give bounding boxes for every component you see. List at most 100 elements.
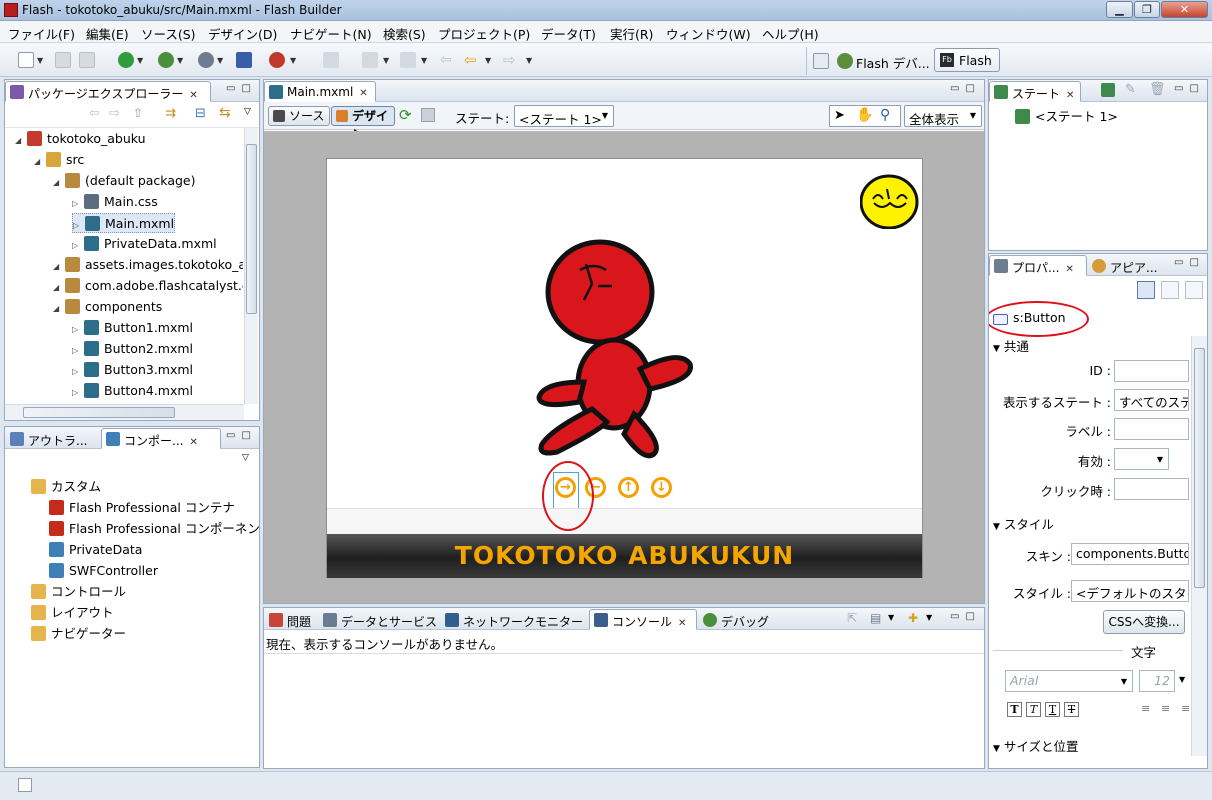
menu-design[interactable]: デザイン(D) xyxy=(208,24,277,43)
bold-icon[interactable]: T xyxy=(1007,702,1022,717)
show-surrounding-icon[interactable] xyxy=(421,108,435,122)
tree-item[interactable]: Flash Professional コンテナ xyxy=(49,498,235,518)
flash-perspective-tab[interactable]: Fb Flash xyxy=(934,48,1000,72)
display-console-icon[interactable]: ▤ xyxy=(870,611,881,625)
id-field[interactable] xyxy=(1114,360,1189,382)
expanded-arrow-icon[interactable]: ◢ xyxy=(15,131,27,151)
chevron-down-icon[interactable]: ▼ xyxy=(926,613,932,622)
expanded-arrow-icon[interactable]: ◢ xyxy=(53,278,65,298)
tree-item[interactable]: ▷ Button4.mxml xyxy=(72,381,193,401)
collapse-all-icon[interactable]: ⇉ xyxy=(165,106,176,121)
pin-console-icon[interactable]: ⇱ xyxy=(847,611,857,625)
align-left-icon[interactable]: ≡ xyxy=(1141,702,1150,715)
section-style[interactable]: ▼ スタイル xyxy=(993,514,1054,533)
back-icon[interactable]: ⇦ xyxy=(464,51,477,69)
zoom-select[interactable]: 全体表示 ▼ xyxy=(904,105,982,127)
minimize-button[interactable]: ▁ xyxy=(1106,1,1133,18)
state-item[interactable]: <ステート 1> xyxy=(1015,106,1118,125)
label-field[interactable] xyxy=(1114,418,1189,440)
view-menu-icon[interactable]: ▽ xyxy=(244,107,251,117)
expanded-arrow-icon[interactable]: ◢ xyxy=(53,299,65,319)
tab-components[interactable]: コンポー... ✕ xyxy=(101,428,221,449)
forward-icon[interactable]: ⇨ xyxy=(503,51,516,69)
close-icon[interactable]: ✕ xyxy=(1066,90,1074,101)
source-mode-button[interactable]: ソース xyxy=(268,106,330,126)
tree-item[interactable]: ◢ tokotoko_abuku xyxy=(15,129,146,149)
close-icon[interactable]: ✕ xyxy=(189,90,197,101)
open-console-icon[interactable]: ✚ xyxy=(908,611,918,625)
collapsed-arrow-icon[interactable]: ▷ xyxy=(72,320,84,340)
minimize-maximize-icon[interactable]: ▭□ xyxy=(226,83,257,94)
tree-item[interactable]: ◢ assets.images.tokotoko_a xyxy=(53,255,243,275)
sync-icon[interactable]: ⇆ xyxy=(219,105,231,121)
tree-item[interactable]: SWFController xyxy=(49,561,158,581)
tree-item[interactable]: ▷ Main.mxml xyxy=(72,213,176,233)
close-icon[interactable]: ✕ xyxy=(189,437,197,448)
scroll-thumb[interactable] xyxy=(23,407,175,418)
menu-window[interactable]: ウィンドウ(W) xyxy=(666,24,751,43)
states-field[interactable]: すべてのステ xyxy=(1114,389,1189,411)
collapsed-arrow-icon[interactable]: ▷ xyxy=(72,194,84,214)
minimize-maximize-icon[interactable]: ▭□ xyxy=(1174,257,1205,268)
edit-state-icon[interactable]: ✎ xyxy=(1125,82,1136,97)
tree-item[interactable]: ◢ components xyxy=(53,297,162,317)
chevron-down-icon[interactable]: ▼ xyxy=(888,613,894,622)
edit-icon[interactable] xyxy=(323,52,339,68)
tab-problems[interactable]: 問題 xyxy=(264,609,318,630)
debug-icon[interactable] xyxy=(158,52,174,68)
tree-item[interactable]: ◢ com.adobe.flashcatalyst.c xyxy=(53,276,243,296)
close-icon[interactable]: ✕ xyxy=(678,618,686,629)
open-perspective-icon[interactable] xyxy=(813,53,829,69)
export-icon[interactable] xyxy=(236,52,252,68)
tab-debug[interactable]: デバッグ xyxy=(698,609,774,630)
forward-icon[interactable]: ⇨ xyxy=(109,106,120,121)
chevron-down-icon[interactable]: ▼ xyxy=(1179,675,1185,684)
zoom-icon[interactable]: ⚲ xyxy=(880,107,890,123)
tab-main-mxml[interactable]: Main.mxml ✕ xyxy=(264,81,376,102)
enabled-select[interactable]: ▼ xyxy=(1114,448,1169,470)
view-menu-icon[interactable]: ▽ xyxy=(242,453,249,463)
tree-item[interactable]: ナビゲーター xyxy=(31,624,126,644)
align-center-icon[interactable]: ≡ xyxy=(1161,702,1170,715)
expanded-arrow-icon[interactable]: ◢ xyxy=(53,173,65,193)
close-icon[interactable]: ✕ xyxy=(359,88,367,99)
strikethrough-icon[interactable]: T xyxy=(1064,702,1079,717)
tree-item[interactable]: PrivateData xyxy=(49,540,142,560)
print-icon[interactable] xyxy=(79,52,95,68)
tab-data-services[interactable]: データとサービス xyxy=(318,609,440,630)
tab-package-explorer[interactable]: パッケージエクスプローラー ✕ xyxy=(5,81,211,102)
collapsed-arrow-icon[interactable]: ▷ xyxy=(72,362,84,382)
alphabetical-view-icon[interactable] xyxy=(1185,281,1203,299)
minimize-maximize-icon[interactable]: ▭□ xyxy=(226,430,257,441)
close-window-button[interactable]: ✕ xyxy=(1161,1,1208,18)
vertical-scrollbar[interactable] xyxy=(244,128,258,404)
link-editor-icon[interactable]: ⊟ xyxy=(195,106,206,121)
menu-source[interactable]: ソース(S) xyxy=(141,24,196,43)
minimize-maximize-icon[interactable]: ▭□ xyxy=(950,83,981,94)
tree-item[interactable]: ▷ Button1.mxml xyxy=(72,318,193,338)
tab-appearance[interactable]: アピア... xyxy=(1087,255,1169,276)
restore-button[interactable]: ❐ xyxy=(1134,1,1160,18)
font-size-field[interactable]: 12 xyxy=(1139,670,1175,692)
section-common[interactable]: ▼ 共通 xyxy=(993,336,1029,355)
italic-icon[interactable]: T xyxy=(1026,702,1041,717)
menu-run[interactable]: 実行(R) xyxy=(610,24,653,43)
standard-view-icon[interactable] xyxy=(1137,281,1155,299)
style-field[interactable]: <デフォルトのスタイ xyxy=(1071,580,1189,602)
design-mode-button[interactable]: デザイン xyxy=(331,106,395,141)
menu-search[interactable]: 検索(S) xyxy=(383,24,426,43)
arrow-down-button[interactable]: ↓ xyxy=(651,477,672,498)
tree-item[interactable]: カスタム xyxy=(31,477,101,497)
convert-to-css-button[interactable]: CSSへ変換... xyxy=(1103,610,1185,634)
section-size-position[interactable]: ▼ サイズと位置 xyxy=(993,736,1079,755)
collapsed-arrow-icon[interactable]: ▷ xyxy=(72,383,84,402)
tree-item[interactable]: ▷ Button2.mxml xyxy=(72,339,193,359)
tab-states[interactable]: ステート ✕ xyxy=(989,81,1081,102)
run-icon[interactable] xyxy=(118,52,134,68)
tab-properties[interactable]: プロパ... ✕ xyxy=(989,255,1087,276)
tree-item[interactable]: レイアウト xyxy=(31,603,114,623)
arrow-up-button[interactable]: ↑ xyxy=(618,477,639,498)
properties-scrollbar[interactable] xyxy=(1191,336,1207,756)
delete-state-icon[interactable]: 🗑 xyxy=(1149,82,1166,97)
refresh-icon[interactable]: ⟳ xyxy=(399,106,412,124)
